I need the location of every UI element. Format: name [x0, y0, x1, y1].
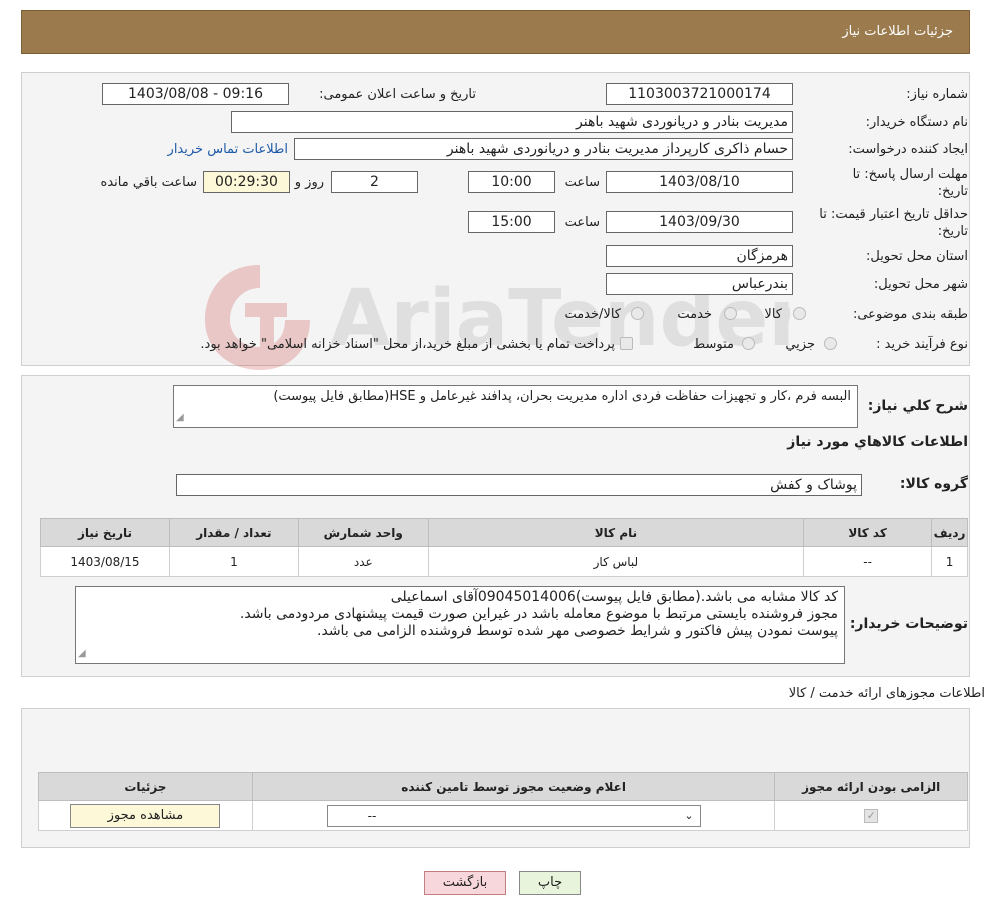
process-note: پرداخت تمام یا بخشی از مبلغ خرید،از محل …: [200, 337, 615, 352]
buyer-org-field: مدیریت بنادر و دریانوردی شهید باهنر: [231, 111, 793, 133]
col-row: رديف: [931, 518, 968, 547]
price-validity-label: حداقل تاریخ اعتبار قیمت: تا تاریخ:: [819, 207, 968, 239]
deadline-date-field: 1403/08/10: [606, 171, 793, 193]
buyer-note-line: پیوست نمودن پیش فاکتور و شرایط خصوصی مهر…: [317, 623, 838, 639]
days-field: 2: [331, 171, 418, 193]
back-button[interactable]: بازگشت: [424, 871, 506, 895]
permit-status-cell: -- ⌄: [251, 800, 776, 831]
cell-row: 1: [931, 546, 968, 577]
category-radio-goods[interactable]: [793, 307, 806, 320]
price-validity-time-field: 15:00: [468, 211, 555, 233]
province-field: هرمزگان: [606, 245, 793, 267]
chevron-down-icon: ⌄: [684, 808, 694, 822]
permit-required-checkbox: ✓: [864, 809, 879, 823]
goods-table: رديف کد کالا نام کالا واحد شمارش تعداد /…: [40, 518, 968, 577]
table-row: 1 -- لباس کار عدد 1 1403/08/15: [40, 546, 968, 577]
goods-table-header: رديف کد کالا نام کالا واحد شمارش تعداد /…: [40, 518, 968, 547]
goods-group-field: پوشاک و کفش: [176, 474, 862, 496]
col-date: تاریخ نیاز: [40, 518, 170, 547]
process-radio-medium[interactable]: [742, 337, 755, 350]
buyer-notes-label: توضيحات خريدار:: [849, 616, 968, 632]
category-option-goods-service: کالا/خدمت: [564, 307, 621, 322]
buyer-note-line: کد کالا مشابه می باشد.(مطابق فایل پیوست)…: [390, 589, 838, 605]
process-radio-partial[interactable]: [824, 337, 837, 350]
summary-label: شرح کلي نياز:: [867, 398, 968, 414]
remaining-label: ساعت باقي مانده: [100, 175, 197, 190]
deadline-time-label: ساعت: [564, 175, 600, 190]
process-option-medium: متوسط: [693, 337, 734, 352]
city-label: شهر محل تحویل:: [873, 277, 968, 292]
col-code: کد کالا: [803, 518, 933, 547]
view-permit-button[interactable]: مشاهده مجوز: [70, 803, 221, 828]
category-option-service: خدمت: [677, 307, 712, 322]
col-name: نام کالا: [427, 518, 805, 547]
deadline-time-field: 10:00: [468, 171, 555, 193]
table-row: ✓ -- ⌄ مشاهده مجوز: [38, 800, 968, 831]
col-unit: واحد شمارش: [297, 518, 429, 547]
permit-status-select[interactable]: -- ⌄: [326, 804, 701, 827]
permits-table: الزامی بودن ارائه مجوز اعلام وضعیت مجوز …: [38, 772, 968, 831]
need-number-field: 1103003721000174: [606, 83, 793, 105]
category-radio-goods-service[interactable]: [631, 307, 644, 320]
col-permit-details: جزئیات: [38, 772, 253, 801]
cell-name: لباس کار: [427, 546, 805, 577]
treasury-checkbox[interactable]: [620, 337, 633, 350]
col-permit-required: الزامی بودن ارائه مجوز: [774, 772, 968, 801]
process-label: نوع فرآیند خرید :: [876, 337, 968, 352]
resize-grip-icon[interactable]: ◢: [176, 409, 184, 426]
process-option-partial: جزیي: [785, 337, 815, 352]
goods-group-label: گروه کالا:: [899, 476, 968, 492]
permits-table-header: الزامی بودن ارائه مجوز اعلام وضعیت مجوز …: [38, 772, 968, 801]
buyer-org-label: نام دستگاه خریدار:: [865, 115, 968, 130]
col-permit-status: اعلام وضعیت مجوز توسط تامین کننده: [251, 772, 776, 801]
buyer-contact-link[interactable]: اطلاعات تماس خریدار: [168, 142, 288, 157]
page-header: جزئیات اطلاعات نیاز: [21, 10, 970, 54]
price-validity-time-label: ساعت: [564, 215, 600, 230]
print-button[interactable]: چاپ: [519, 871, 581, 895]
col-qty: تعداد / مقدار: [168, 518, 299, 547]
city-field: بندرعباس: [606, 273, 793, 295]
permit-required-cell: ✓: [774, 800, 968, 831]
select-value: --: [367, 808, 377, 823]
cell-code: --: [803, 546, 933, 577]
need-number-label: شماره نیاز:: [906, 87, 968, 102]
creator-field: حسام ذاکری کارپرداز مدیریت بنادر و دریان…: [294, 138, 793, 160]
permit-details-cell: مشاهده مجوز: [38, 800, 253, 831]
category-radio-service[interactable]: [724, 307, 737, 320]
remaining-time-field: 00:29:30: [203, 171, 290, 193]
announce-field: 1403/08/08 - 09:16: [102, 83, 289, 105]
permits-title: اطلاعات مجوزهای ارائه خدمت / کالا: [788, 686, 985, 701]
category-option-goods: کالا: [764, 307, 782, 322]
province-label: استان محل تحویل:: [866, 249, 968, 264]
announce-label: تاریخ و ساعت اعلان عمومی:: [319, 87, 476, 102]
creator-label: ایجاد کننده درخواست:: [848, 142, 968, 157]
buyer-notes-textarea[interactable]: کد کالا مشابه می باشد.(مطابق فایل پیوست)…: [75, 586, 845, 664]
category-label: طبقه بندی موضوعی:: [852, 307, 968, 322]
buyer-note-line: مجوز فروشنده بایستی مرتبط با موضوع معامل…: [239, 606, 838, 622]
days-label: روز و: [294, 175, 324, 190]
resize-grip-icon[interactable]: ◢: [78, 645, 86, 662]
summary-text: البسه فرم ،کار و تجهیزات حفاظت فردی ادار…: [273, 389, 851, 404]
deadline-label: مهلت ارسال پاسخ: تا تاریخ:: [852, 167, 968, 199]
cell-qty: 1: [168, 546, 299, 577]
goods-section-title: اطلاعات کالاهاي مورد نياز: [787, 434, 968, 450]
cell-date: 1403/08/15: [40, 546, 170, 577]
summary-textarea[interactable]: البسه فرم ،کار و تجهیزات حفاظت فردی ادار…: [173, 385, 858, 428]
price-validity-date-field: 1403/09/30: [606, 211, 793, 233]
page-title: جزئیات اطلاعات نیاز: [842, 24, 953, 39]
cell-unit: عدد: [297, 546, 429, 577]
